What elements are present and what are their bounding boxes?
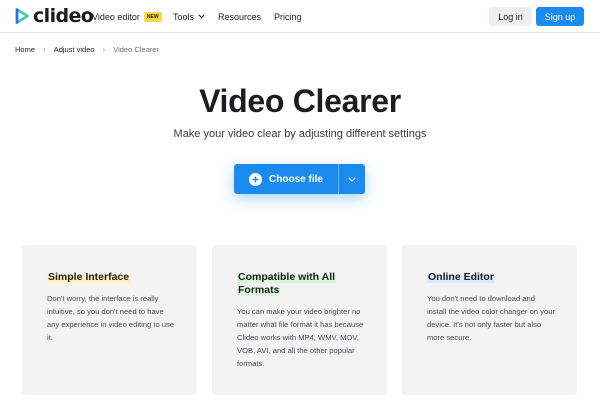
chevron-down-icon [348,176,356,182]
clideo-logo-icon [15,8,29,24]
nav-pricing-label: Pricing [274,11,302,22]
choose-file-button-group: Choose file [234,164,365,194]
nav-tools[interactable]: Tools [173,0,205,33]
nav-tools-label: Tools [173,11,195,22]
nav-resources[interactable]: Resources [218,0,261,33]
breadcrumb-home[interactable]: Home [15,45,35,54]
feature-card-title: Online Editor [427,271,495,283]
upload-options-dropdown[interactable] [339,164,365,194]
top-navigation-bar: clideo Video editor NEW Tools Resources … [0,0,600,33]
nav-resources-label: Resources [218,11,262,22]
nav-video-editor[interactable]: Video editor NEW [92,0,162,33]
page-subtitle: Make your video clear by adjusting diffe… [173,128,427,140]
feature-card-simple-interface: Simple Interface Don't worry, the interf… [22,245,197,395]
feature-card-online-editor: Online Editor You don't need to download… [402,245,577,395]
choose-file-button[interactable]: Choose file [234,164,338,194]
feature-card-text: You don't need to download and install t… [427,294,555,342]
nav-video-editor-label: Video editor [92,11,140,22]
new-badge: NEW [143,11,162,22]
breadcrumb-current: Video Clearer [113,44,159,54]
login-button[interactable]: Log in [489,7,532,26]
chevron-right-icon: › [43,44,46,54]
feature-card-text: Don't worry, the interface is really int… [47,294,175,342]
chevron-right-icon: › [102,44,106,54]
feature-card-text: You can make your video brighter no matt… [237,307,364,368]
feature-card-title: Simple Interface [47,271,131,283]
signup-button[interactable]: Sign up [536,7,584,26]
feature-card-title: Compatible with All Formats [237,271,337,296]
page-title: Video Clearer [199,83,401,119]
breadcrumb-adjust-video[interactable]: Adjust video [54,45,95,54]
chevron-down-icon [198,14,205,19]
logo-text: clideo [33,5,94,27]
choose-file-label: Choose file [269,173,323,185]
breadcrumb: Home › Adjust video › Video Clearer [15,43,159,55]
nav-pricing[interactable]: Pricing [274,0,302,33]
feature-card-compatible-formats: Compatible with All Formats You can make… [212,245,387,395]
plus-circle-icon [249,172,263,186]
clideo-logo[interactable]: clideo [15,5,94,27]
